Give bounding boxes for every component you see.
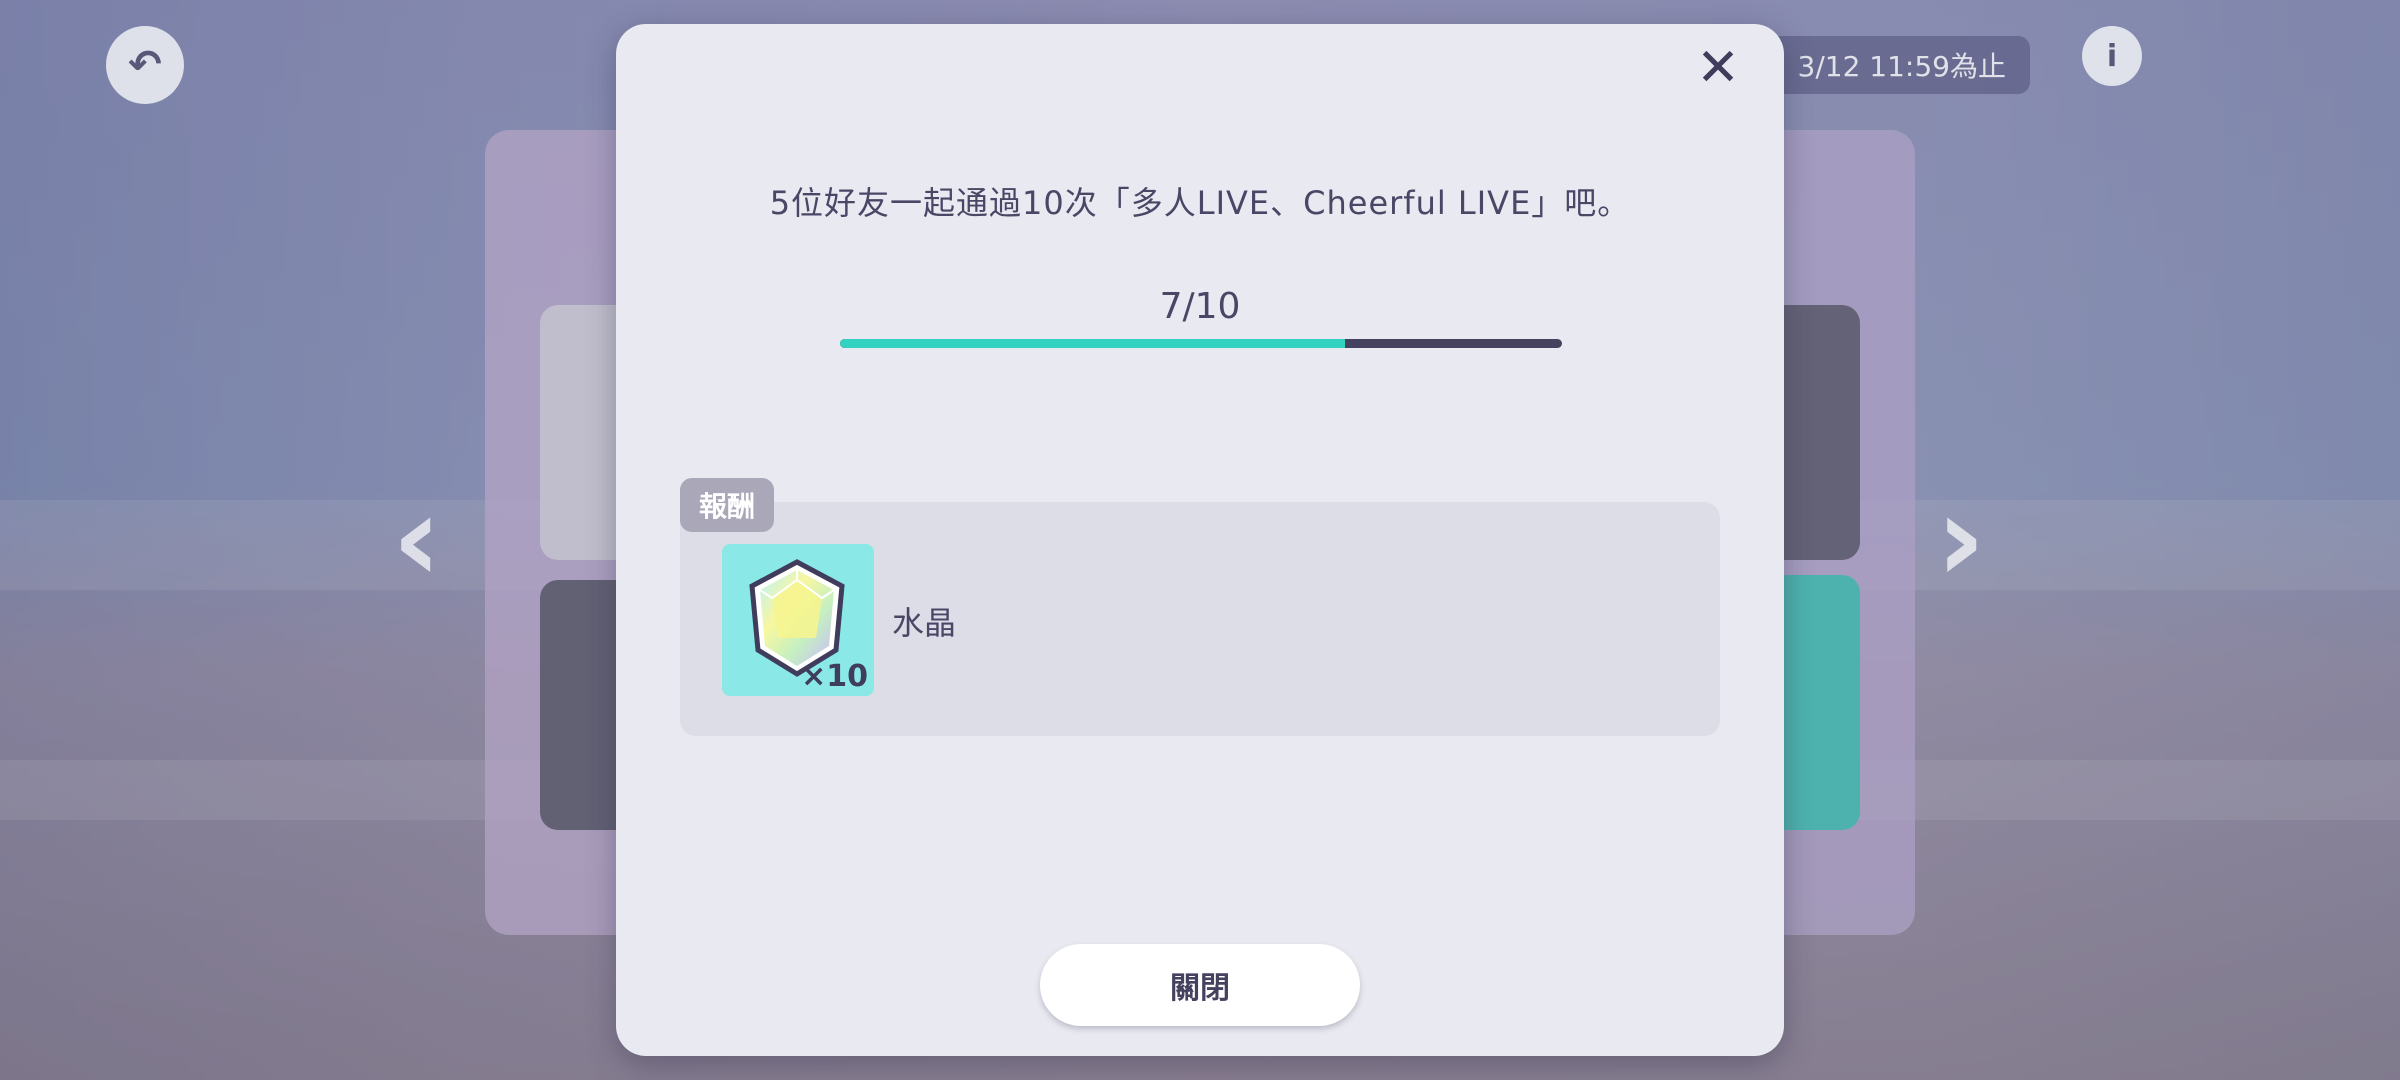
previous-arrow-icon: ‹ <box>392 470 442 609</box>
close-icon[interactable]: ✕ <box>1688 38 1748 98</box>
mission-description: 5位好友一起通過10次「多人LIVE、Cheerful LIVE」吧。 <box>769 184 1631 222</box>
reward-tag: 報酬 <box>680 478 774 532</box>
deadline-label: 3/12 11:59為止 <box>1760 36 2030 94</box>
reward-name: 水晶 <box>892 604 957 642</box>
reward-quantity: ×10 <box>801 659 868 694</box>
close-button[interactable]: 關閉 <box>1040 944 1360 1026</box>
back-icon: ↶ <box>106 26 184 104</box>
progress-fill <box>840 339 1346 348</box>
progress-label: 7/10 <box>1159 286 1241 327</box>
reward-item: ×10 <box>722 544 874 696</box>
next-arrow-icon: › <box>1936 470 1986 609</box>
mission-detail-dialog: ✕ 5位好友一起通過10次「多人LIVE、Cheerful LIVE」吧。 7/… <box>616 24 1784 1056</box>
info-icon: i <box>2082 26 2142 86</box>
progress-bar <box>840 339 1562 348</box>
